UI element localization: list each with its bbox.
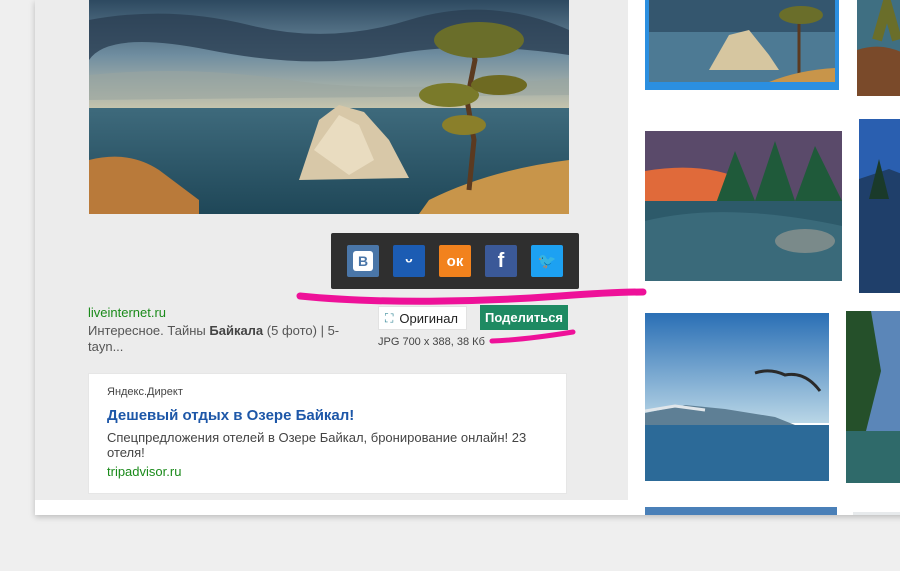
source-domain-link[interactable]: liveinternet.ru (88, 305, 166, 320)
moimir-icon: ᵕ (405, 250, 413, 271)
share-button[interactable]: Поделиться (480, 305, 568, 330)
image-preview-panel: В ᵕ ок f 🐦 liveinternet.ru Интересное. Т… (35, 0, 628, 500)
thumbnail[interactable] (859, 119, 900, 293)
ad-description: Спецпредложения отелей в Озере Байкал, б… (107, 430, 527, 460)
odnoklassniki-share-button[interactable]: ок (439, 245, 471, 277)
thumbnail[interactable] (645, 313, 829, 481)
facebook-icon: f (497, 249, 505, 272)
ad-card: Яндекс.Директ Дешевый отдых в Озере Байк… (88, 373, 567, 494)
image-viewer-window: В ᵕ ок f 🐦 liveinternet.ru Интересное. Т… (35, 0, 900, 515)
expand-icon: ⛶ (385, 310, 394, 325)
image-info: JPG 700 x 388, 38 Кб (378, 336, 485, 348)
source-description[interactable]: Интересное. Тайны Байкала (5 фото) | 5-t… (88, 323, 348, 355)
main-image[interactable] (89, 0, 569, 214)
thumbnail[interactable] (853, 512, 900, 515)
thumbnail[interactable] (645, 507, 837, 515)
vk-icon: В (353, 251, 373, 271)
ad-label: Яндекс.Директ (107, 386, 183, 398)
original-button[interactable]: ⛶ Оригинал (378, 306, 468, 330)
ad-title-link[interactable]: Дешевый отдых в Озере Байкал! (107, 407, 548, 424)
source-desc-bold: Байкала (209, 323, 264, 338)
source-desc-prefix: Интересное. Тайны (88, 323, 210, 338)
twitter-share-button[interactable]: 🐦 (531, 245, 563, 277)
twitter-icon: 🐦 (537, 253, 557, 270)
thumbnail[interactable] (846, 311, 900, 483)
ad-domain-link[interactable]: tripadvisor.ru (107, 464, 548, 479)
thumbnail[interactable] (645, 131, 842, 281)
facebook-share-button[interactable]: f (485, 245, 517, 277)
moimir-share-button[interactable]: ᵕ (393, 245, 425, 277)
odnoklassniki-icon: ок (446, 252, 464, 270)
thumbnail-selected[interactable] (645, 0, 839, 90)
thumbnail[interactable] (857, 0, 900, 96)
vk-share-button[interactable]: В (347, 245, 379, 277)
share-popup: В ᵕ ок f 🐦 (331, 233, 579, 289)
original-label: Оригинал (399, 310, 459, 326)
